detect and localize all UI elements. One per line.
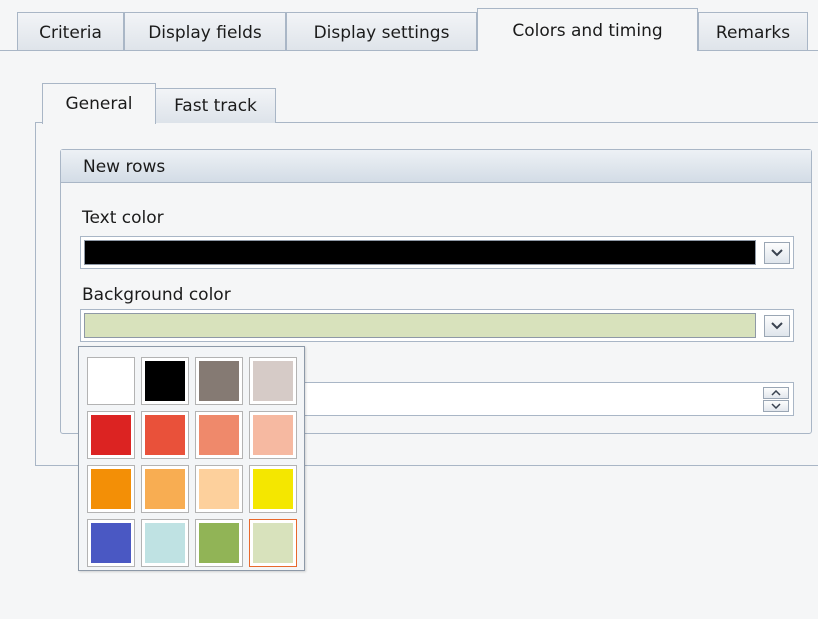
- color-swatch-cell[interactable]: [249, 357, 297, 405]
- color-palette-popup: [78, 346, 305, 571]
- color-swatch-fill: [145, 415, 185, 455]
- color-swatch-cell[interactable]: [195, 465, 243, 513]
- color-swatch-fill: [91, 361, 131, 401]
- color-swatch-fill: [145, 523, 185, 563]
- color-swatch-fill: [145, 469, 185, 509]
- color-swatch-fill: [253, 361, 293, 401]
- color-swatch-fill: [199, 523, 239, 563]
- color-swatch-cell[interactable]: [141, 465, 189, 513]
- chevron-down-icon[interactable]: [764, 315, 790, 337]
- tab-remarks[interactable]: Remarks: [698, 12, 808, 50]
- color-swatch-cell[interactable]: [141, 357, 189, 405]
- color-swatch-fill: [199, 415, 239, 455]
- group-title: New rows: [61, 150, 811, 183]
- color-swatch-cell[interactable]: [141, 411, 189, 459]
- color-swatch-cell[interactable]: [195, 411, 243, 459]
- color-swatch-fill: [199, 469, 239, 509]
- color-swatch-fill: [91, 523, 131, 563]
- color-swatch-cell[interactable]: [141, 519, 189, 567]
- color-swatch-cell[interactable]: [87, 465, 135, 513]
- color-swatch-cell[interactable]: [195, 519, 243, 567]
- color-swatch-fill: [145, 361, 185, 401]
- color-swatch-fill: [199, 361, 239, 401]
- color-swatch-cell[interactable]: [87, 357, 135, 405]
- background-color-swatch: [84, 313, 756, 338]
- background-color-label: Background color: [82, 285, 231, 305]
- subtab-fast-track[interactable]: Fast track: [155, 88, 276, 123]
- text-color-swatch: [84, 240, 756, 265]
- tab-colors-and-timing[interactable]: Colors and timing: [477, 8, 698, 51]
- color-swatch-fill: [253, 415, 293, 455]
- chevron-down-icon[interactable]: [764, 242, 790, 264]
- color-swatch-fill: [253, 523, 293, 563]
- color-swatch-cell[interactable]: [195, 357, 243, 405]
- color-swatch-fill: [91, 415, 131, 455]
- chevron-down-icon[interactable]: [763, 400, 789, 412]
- color-swatch-cell[interactable]: [249, 519, 297, 567]
- tab-criteria[interactable]: Criteria: [17, 12, 124, 50]
- tab-display-fields[interactable]: Display fields: [124, 12, 286, 50]
- text-color-label: Text color: [82, 208, 164, 228]
- color-swatch-cell[interactable]: [87, 519, 135, 567]
- background-color-picker[interactable]: [80, 309, 794, 342]
- color-swatch-cell[interactable]: [249, 465, 297, 513]
- color-swatch-fill: [91, 469, 131, 509]
- subtab-general[interactable]: General: [42, 83, 156, 124]
- text-color-picker[interactable]: [80, 236, 794, 269]
- tab-display-settings[interactable]: Display settings: [286, 12, 477, 50]
- color-swatch-cell[interactable]: [87, 411, 135, 459]
- color-swatch-fill: [253, 469, 293, 509]
- chevron-up-icon[interactable]: [763, 387, 789, 399]
- color-swatch-cell[interactable]: [249, 411, 297, 459]
